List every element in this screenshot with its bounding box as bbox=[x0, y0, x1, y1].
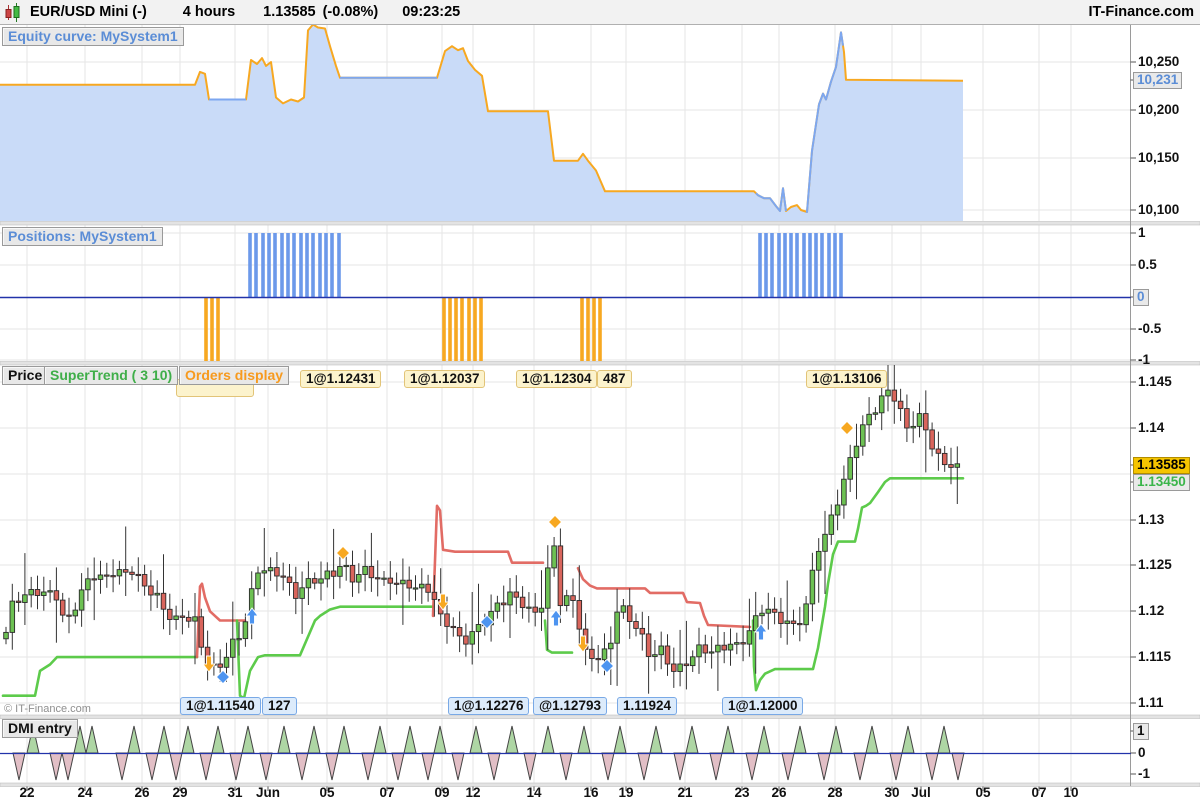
price-panel-title[interactable]: Price bbox=[2, 366, 49, 385]
order-badge-entry[interactable]: 1@1.13106 bbox=[806, 370, 888, 388]
chart-canvas[interactable] bbox=[0, 0, 1200, 800]
x-axis-tick-label: 07 bbox=[1031, 785, 1047, 800]
equity-axis-label: 10,100 bbox=[1138, 202, 1180, 217]
dmi-panel-title[interactable]: DMI entry bbox=[2, 719, 78, 738]
order-badge-stop[interactable]: 1@1.12276 bbox=[448, 697, 530, 715]
x-axis-tick-label: Jun bbox=[255, 785, 281, 800]
x-axis-tick-label: 28 bbox=[827, 785, 843, 800]
equity-axis-label: 10,250 bbox=[1138, 54, 1180, 69]
order-badge-entry[interactable]: 1@1.12037 bbox=[404, 370, 486, 388]
x-axis-tick-label: 05 bbox=[319, 785, 335, 800]
x-axis-tick-label: 09 bbox=[434, 785, 450, 800]
positions-axis-label: -0.5 bbox=[1138, 321, 1162, 336]
order-badge-entry[interactable]: 1@1.12304 bbox=[516, 370, 598, 388]
dmi-axis-label: 0 bbox=[1138, 745, 1146, 760]
positions-axis-label: 1 bbox=[1138, 225, 1146, 240]
positions-panel-title[interactable]: Positions: MySystem1 bbox=[2, 227, 163, 246]
price-axis-label: 1.13 bbox=[1138, 512, 1165, 527]
price-axis-label: 1.125 bbox=[1138, 557, 1172, 572]
order-badge-stop[interactable]: @1.12793 bbox=[533, 697, 607, 715]
positions-axis-label: 0.5 bbox=[1138, 257, 1157, 272]
supertrend-value-badge: 1.13450 bbox=[1133, 474, 1190, 491]
x-axis-tick-label: 31 bbox=[227, 785, 243, 800]
order-badge-stop[interactable]: 127 bbox=[262, 697, 297, 715]
x-axis-tick-label: 26 bbox=[134, 785, 150, 800]
order-badge-entry[interactable]: 1@1.12431 bbox=[300, 370, 382, 388]
x-axis-tick-label: 26 bbox=[771, 785, 787, 800]
x-axis-tick-label: 14 bbox=[526, 785, 542, 800]
x-axis-tick-label: 24 bbox=[77, 785, 93, 800]
last-price-badge: 1.13585 bbox=[1133, 457, 1190, 474]
order-badge-entry[interactable]: 487 bbox=[597, 370, 632, 388]
orders-display-label[interactable]: Orders display bbox=[179, 366, 290, 385]
watermark: © IT-Finance.com bbox=[4, 703, 91, 715]
x-axis-tick-label: Jul bbox=[911, 785, 931, 800]
x-axis-tick-label: 12 bbox=[465, 785, 481, 800]
order-badge-stop[interactable]: 1@1.11540 bbox=[180, 697, 261, 715]
price-axis-label: 1.11 bbox=[1138, 695, 1164, 710]
x-axis-tick-label: 29 bbox=[172, 785, 188, 800]
dmi-axis-label: -1 bbox=[1138, 766, 1151, 781]
price-axis-label: 1.115 bbox=[1138, 649, 1172, 664]
x-axis-tick-label: 22 bbox=[19, 785, 35, 800]
x-axis-tick-label: 10 bbox=[1063, 785, 1079, 800]
equity-current-value-badge: 10,231 bbox=[1133, 72, 1183, 89]
x-axis-tick-label: 07 bbox=[379, 785, 395, 800]
equity-axis-label: 10,150 bbox=[1138, 150, 1180, 165]
price-axis-label: 1.145 bbox=[1138, 374, 1172, 389]
x-axis-tick-label: 16 bbox=[583, 785, 599, 800]
supertrend-indicator-label[interactable]: SuperTrend ( 3 10) bbox=[44, 366, 179, 385]
dmi-current-value-badge: 1 bbox=[1133, 723, 1149, 740]
x-axis-tick-label: 23 bbox=[734, 785, 750, 800]
equity-axis-label: 10,200 bbox=[1138, 102, 1180, 117]
positions-axis-label: -1 bbox=[1138, 352, 1151, 367]
price-axis-label: 1.14 bbox=[1138, 420, 1165, 435]
price-axis-label: 1.12 bbox=[1138, 603, 1165, 618]
order-badge-stop[interactable]: 1.11924 bbox=[617, 697, 678, 715]
trading-app-screen: EUR/USD Mini (-) 4 hours 1.13585 (-0.08%… bbox=[0, 0, 1200, 800]
order-badge-stop[interactable]: 1@1.12000 bbox=[722, 697, 804, 715]
positions-current-value-badge: 0 bbox=[1133, 289, 1149, 306]
equity-panel-title[interactable]: Equity curve: MySystem1 bbox=[2, 27, 184, 46]
x-axis-tick-label: 19 bbox=[618, 785, 634, 800]
x-axis-tick-label: 30 bbox=[884, 785, 900, 800]
x-axis-tick-label: 05 bbox=[975, 785, 991, 800]
x-axis-tick-label: 21 bbox=[677, 785, 693, 800]
